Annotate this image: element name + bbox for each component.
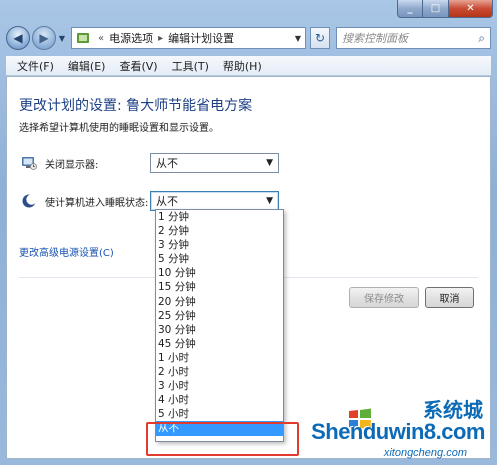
annotation-highlight-box — [146, 422, 299, 456]
dropdown-option[interactable]: 5 小时 — [156, 407, 283, 421]
search-input[interactable]: 搜索控制面板 ⌕ — [336, 27, 491, 49]
close-button[interactable]: ✕ — [449, 0, 493, 18]
save-changes-button[interactable]: 保存修改 — [349, 287, 419, 308]
dropdown-option[interactable]: 4 小时 — [156, 393, 283, 407]
moon-sleep-icon — [22, 194, 37, 208]
navigation-bar: ◀ ▶ ▼ « 电源选项 ▸ 编辑计划设置 ▼ ↻ 搜索控制面板 ⌕ — [6, 24, 491, 52]
dropdown-option[interactable]: 45 分钟 — [156, 337, 283, 351]
address-bar[interactable]: « 电源选项 ▸ 编辑计划设置 ▼ — [71, 27, 306, 49]
advanced-power-settings-link[interactable]: 更改高级电源设置(C) — [19, 244, 114, 259]
dropdown-option[interactable]: 3 小时 — [156, 379, 283, 393]
breadcrumb-separator: « — [98, 32, 105, 44]
menu-edit[interactable]: 编辑(E) — [61, 58, 113, 74]
dropdown-option[interactable]: 30 分钟 — [156, 323, 283, 337]
window-frame: _ □ ✕ ◀ ▶ ▼ « 电源选项 ▸ 编辑计划设置 ▼ ↻ 搜索控制面板 ⌕… — [0, 0, 497, 465]
control-panel-icon — [77, 33, 89, 43]
search-icon[interactable]: ⌕ — [478, 31, 485, 46]
dropdown-option[interactable]: 3 分钟 — [156, 238, 283, 252]
recent-pages-dropdown-icon[interactable]: ▼ — [57, 34, 67, 43]
dropdown-option[interactable]: 2 小时 — [156, 365, 283, 379]
display-off-select[interactable]: 从不 ▼ — [150, 153, 279, 173]
chevron-down-icon: ▼ — [266, 158, 273, 168]
breadcrumb-item-power-options[interactable]: 电源选项 — [109, 30, 153, 46]
sleep-select[interactable]: 从不 ▼ — [150, 191, 279, 211]
monitor-icon — [22, 157, 37, 170]
dropdown-option[interactable]: 2 分钟 — [156, 224, 283, 238]
refresh-icon[interactable]: ↻ — [310, 27, 330, 49]
dropdown-option[interactable]: 5 分钟 — [156, 252, 283, 266]
watermark: 系统城 Shenduwin8.com xitongcheng.com — [299, 398, 489, 463]
watermark-brand: Shenduwin8.com — [311, 419, 485, 444]
page-subtitle: 选择希望计算机使用的睡眠设置和显示设置。 — [19, 123, 219, 134]
minimize-button[interactable]: _ — [397, 0, 423, 18]
back-arrow-icon[interactable]: ◀ — [6, 26, 30, 50]
dropdown-option[interactable]: 1 分钟 — [156, 210, 283, 224]
sleep-dropdown-list[interactable]: 1 分钟 2 分钟 3 分钟 5 分钟 10 分钟 15 分钟 20 分钟 25… — [155, 209, 284, 442]
menu-view[interactable]: 查看(V) — [112, 58, 164, 74]
chevron-down-icon: ▼ — [266, 196, 273, 206]
display-off-value: 从不 — [156, 157, 178, 170]
dropdown-option[interactable]: 20 分钟 — [156, 295, 283, 309]
maximize-button[interactable]: □ — [423, 0, 449, 18]
page-title: 更改计划的设置: 鲁大师节能省电方案 — [19, 98, 253, 114]
sleep-row: 使计算机进入睡眠状态: 从不 ▼ — [21, 191, 279, 211]
search-placeholder: 搜索控制面板 — [342, 32, 408, 45]
dropdown-option[interactable]: 15 分钟 — [156, 280, 283, 294]
window-controls: _ □ ✕ — [397, 0, 493, 18]
breadcrumb-item-edit-plan[interactable]: 编辑计划设置 — [168, 30, 234, 46]
sleep-value: 从不 — [156, 195, 178, 208]
display-off-row: 关闭显示器: 从不 ▼ — [21, 153, 279, 173]
dropdown-option[interactable]: 1 小时 — [156, 351, 283, 365]
display-off-label: 关闭显示器: — [45, 159, 99, 171]
dropdown-option[interactable]: 25 分钟 — [156, 309, 283, 323]
menu-file[interactable]: 文件(F) — [10, 58, 61, 74]
menu-bar: 文件(F) 编辑(E) 查看(V) 工具(T) 帮助(H) — [6, 56, 491, 76]
breadcrumb-chevron-icon[interactable]: ▸ — [158, 33, 163, 44]
watermark-sub: xitongcheng.com — [383, 447, 467, 459]
menu-tools[interactable]: 工具(T) — [165, 58, 216, 74]
address-dropdown-icon[interactable]: ▼ — [295, 34, 301, 43]
cancel-button[interactable]: 取消 — [425, 287, 474, 308]
dropdown-option[interactable]: 10 分钟 — [156, 266, 283, 280]
forward-arrow-icon[interactable]: ▶ — [32, 26, 56, 50]
sleep-label: 使计算机进入睡眠状态: — [45, 197, 149, 209]
menu-help[interactable]: 帮助(H) — [216, 58, 269, 74]
